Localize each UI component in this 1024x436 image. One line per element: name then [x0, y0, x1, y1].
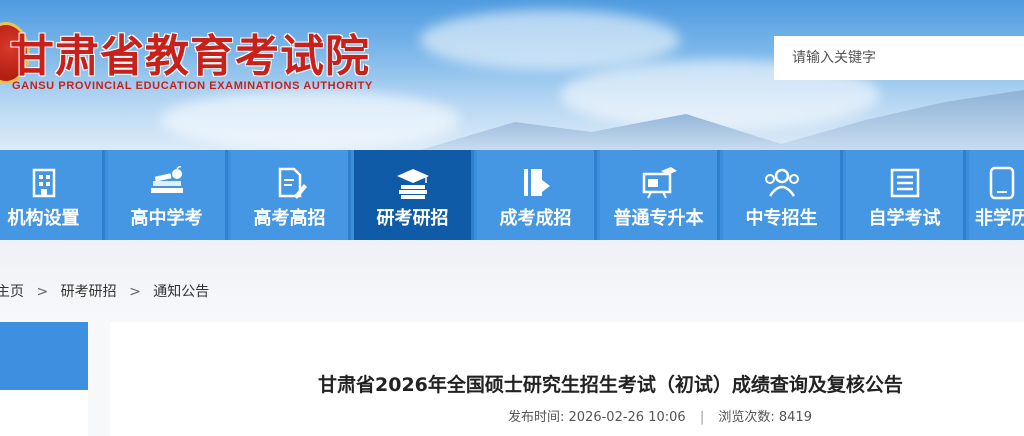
- meta-separator: |: [699, 410, 705, 425]
- nav-item-jigou-shezhi[interactable]: 机构设置: [0, 150, 105, 240]
- people-icon: [764, 168, 799, 197]
- breadcrumb-notice-link[interactable]: 通知公告: [153, 281, 209, 301]
- sidebar-header: [0, 322, 88, 390]
- views-value: 8419: [778, 410, 812, 425]
- nav-label: 普通专升本: [613, 208, 704, 229]
- breadcrumb-yankao-link[interactable]: 研考研招: [61, 281, 117, 301]
- presentation-icon: [642, 167, 677, 199]
- nav-label: 高中学考: [130, 208, 203, 229]
- main-nav: 机构设置 高中学考 高考高招 研考研招 成考成招 普通专升本 中专招生 自学考试…: [0, 150, 1024, 240]
- breadcrumb-home-link[interactable]: 主页: [0, 281, 24, 301]
- phone-icon: [989, 166, 1015, 200]
- article-meta: 发布时间: 2026-02-26 10:06 | 浏览次数: 8419: [508, 406, 812, 425]
- nav-label: 中专招生: [745, 208, 818, 229]
- cloud-decoration: [420, 10, 680, 70]
- published-label: 发布时间:: [508, 410, 565, 425]
- cloud-decoration: [160, 90, 460, 150]
- search-input[interactable]: [774, 36, 1024, 80]
- nav-label: 机构设置: [7, 208, 80, 229]
- nav-label: 自学考试: [868, 208, 941, 229]
- nav-item-zhongzhuan-zhaosheng[interactable]: 中专招生: [723, 150, 843, 240]
- header-banner: 甘肃省教育考试院 GANSU PROVINCIAL EDUCATION EXAM…: [0, 0, 1024, 150]
- breadcrumb-separator: >: [129, 284, 141, 300]
- nav-item-putong-zhuanshengben[interactable]: 普通专升本: [600, 150, 720, 240]
- building-icon: [32, 168, 55, 198]
- nav-label: 非学历: [975, 208, 1024, 229]
- notebook-icon: [890, 168, 919, 198]
- views-label: 浏览次数:: [718, 410, 775, 425]
- nav-item-yankao-yanzhao[interactable]: 研考研招: [354, 150, 474, 240]
- nav-label: 高考高招: [253, 208, 326, 229]
- breadcrumb-separator: >: [36, 284, 49, 300]
- nav-item-gaokao-gaozhao[interactable]: 高考高招: [231, 150, 351, 240]
- nav-item-gaozhong-xuekao[interactable]: 高中学考: [108, 150, 228, 240]
- book-icon: [523, 169, 550, 196]
- nav-label: 成考成招: [499, 208, 572, 229]
- article-title: 甘肃省2026年全国硕士研究生招生考试（初试）成绩查询及复核公告: [318, 374, 903, 396]
- breadcrumb: 主页 > 研考研招 > 通知公告: [0, 281, 209, 301]
- nav-item-chengkao-chengzhao[interactable]: 成考成招: [477, 150, 597, 240]
- nav-item-zixue-kaoshi[interactable]: 自学考试: [846, 150, 966, 240]
- graduation-cap-icon: [396, 169, 429, 199]
- published-value: 2026-02-26 10:06: [568, 410, 686, 425]
- site-title[interactable]: 甘肃省教育考试院: [10, 20, 370, 84]
- document-pen-icon: [278, 167, 307, 199]
- nav-label: 研考研招: [376, 208, 449, 229]
- books-apple-icon: [150, 166, 183, 193]
- nav-item-feixueli[interactable]: 非学历: [969, 150, 1024, 240]
- site-subtitle: GANSU PROVINCIAL EDUCATION EXAMINATIONS …: [12, 80, 373, 92]
